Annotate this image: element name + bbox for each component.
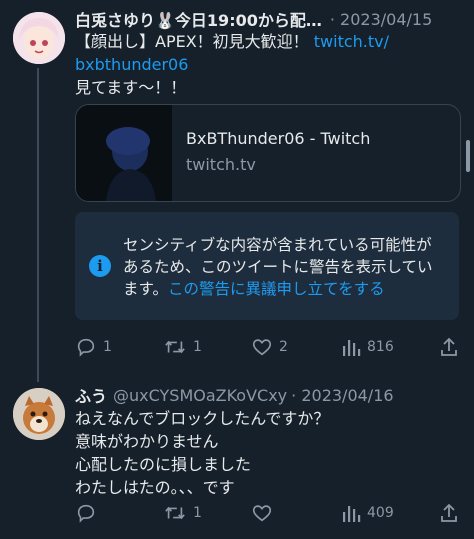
retweet-count: 1 [193, 505, 202, 521]
share-icon [441, 337, 457, 356]
tweet-text-line: 【顔出し】APEX！初見大歓迎！ [75, 32, 309, 51]
tweet-text-line: 見てます〜！！ [75, 78, 187, 97]
thread-connector [37, 68, 39, 382]
scrollbar[interactable] [466, 140, 470, 172]
reply-button[interactable] [75, 501, 97, 525]
like-icon [252, 339, 272, 356]
tweet-text-line: 心配したのに損しました [75, 455, 252, 474]
card-domain: twitch.tv [186, 155, 256, 174]
tweet-date[interactable]: · 2023/04/15 [330, 10, 432, 29]
sensitive-content-warning: i センシティブな内容が含まれている可能性が あるため、このツイートに警告を表示… [75, 212, 459, 320]
display-name[interactable]: 白兎さゆり🐰今日19:00から配… [75, 7, 322, 31]
retweet-count: 1 [193, 339, 202, 355]
reply-count: 1 [103, 339, 112, 355]
appeal-warning-link[interactable]: この警告に異議申し立てをする [168, 280, 385, 298]
share-button[interactable] [439, 335, 459, 359]
retweet-icon [165, 340, 185, 354]
avatar[interactable] [13, 388, 65, 440]
like-count: 2 [279, 339, 288, 355]
tweet2-actions: 1 409 [75, 501, 465, 525]
card-thumbnail [76, 105, 172, 201]
display-name[interactable]: ふう [75, 383, 107, 407]
views-count: 816 [367, 339, 394, 355]
tweet-text-line: 意味がわかりません [75, 432, 219, 451]
retweet-button[interactable]: 1 [163, 335, 202, 359]
views-count: 409 [367, 505, 394, 521]
reply-icon [77, 338, 95, 357]
tweet1-text: 【顔出し】APEX！初見大歓迎！ twitch.tv/ bxbthunder06… [75, 30, 389, 99]
views-button[interactable]: 816 [341, 335, 394, 359]
retweet-button[interactable]: 1 [163, 501, 202, 525]
views-icon [343, 506, 361, 522]
views-icon [343, 340, 361, 356]
warning-text-line: あるため、このツイートに警告を表示してい [123, 258, 433, 276]
tweet-text-line: ねえなんでブロックしたんですか？ [75, 409, 330, 428]
reply-button[interactable]: 1 [75, 335, 112, 359]
avatar[interactable] [13, 12, 65, 64]
tweet-link[interactable]: twitch.tv/ [314, 32, 389, 51]
card-title: BxBThunder06 - Twitch [186, 129, 371, 148]
tweet1-actions: 1 1 2 816 [75, 335, 465, 359]
like-button[interactable] [251, 501, 273, 525]
tweet2-text: ねえなんでブロックしたんですか？ 意味がわかりません 心配したのに損しました わ… [75, 407, 329, 499]
warning-text-line: ます。 [123, 280, 168, 298]
share-button[interactable] [439, 501, 459, 525]
info-icon: i [89, 255, 111, 277]
tweet-date[interactable]: · 2023/04/16 [291, 386, 393, 405]
reply-icon [77, 504, 95, 523]
like-button[interactable]: 2 [251, 335, 288, 359]
tweet-link-continued[interactable]: bxbthunder06 [75, 55, 188, 74]
tweet2-header: ふう @uxCYSMOaZKoVCxy · 2023/04/16 [75, 383, 394, 407]
like-icon [252, 505, 272, 522]
views-button[interactable]: 409 [341, 501, 394, 525]
share-icon [441, 503, 457, 522]
retweet-icon [165, 506, 185, 520]
user-handle[interactable]: @uxCYSMOaZKoVCxy [113, 386, 287, 405]
tweet-text-line: わたしはたの。、、です [75, 478, 235, 497]
link-card[interactable]: BxBThunder06 - Twitch twitch.tv [75, 104, 461, 202]
tweet1-header: 白兎さゆり🐰今日19:00から配… · 2023/04/15 [75, 7, 432, 31]
warning-text-line: センシティブな内容が含まれている可能性が [123, 236, 432, 254]
